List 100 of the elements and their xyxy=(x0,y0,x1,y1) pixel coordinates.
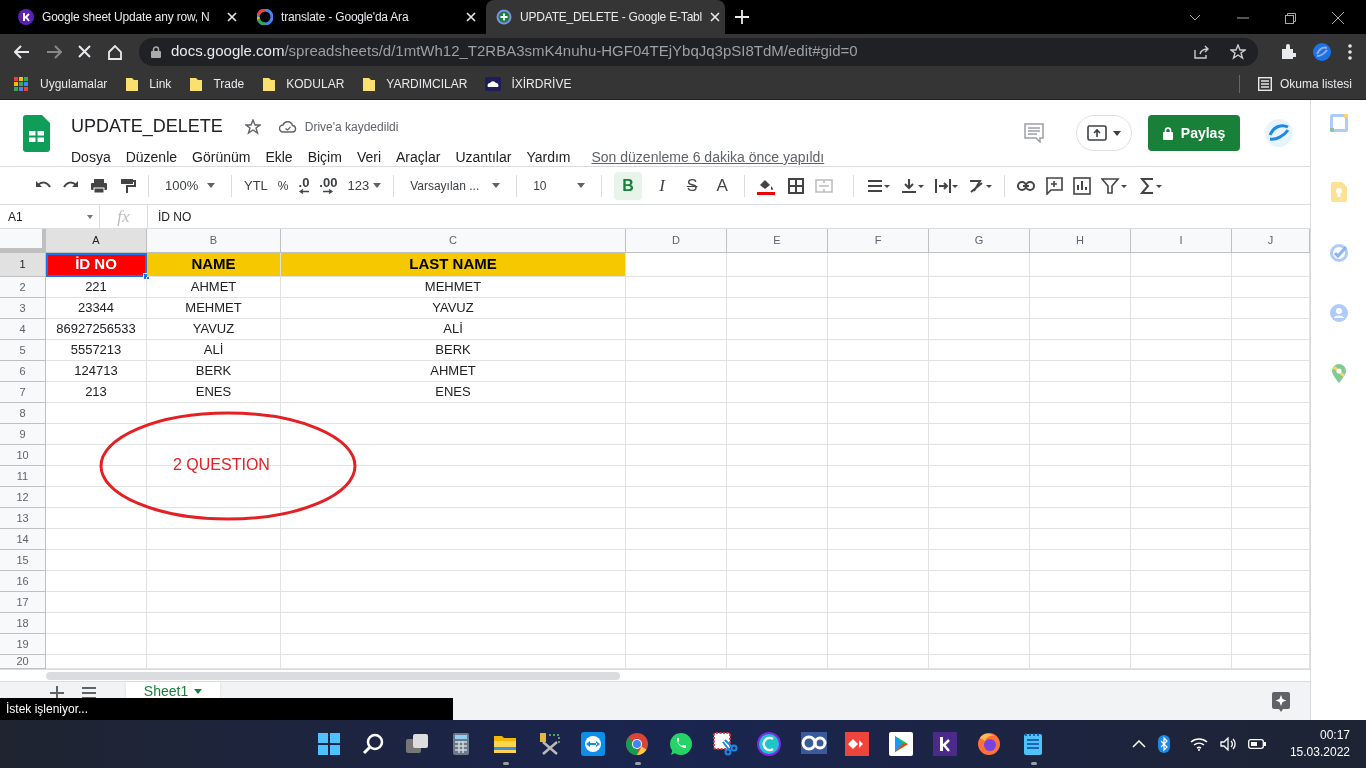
menu-item[interactable]: Veri xyxy=(356,147,381,168)
paint-format-icon[interactable] xyxy=(118,176,136,195)
table-cell[interactable] xyxy=(828,319,929,340)
table-cell[interactable] xyxy=(727,466,828,487)
table-cell[interactable] xyxy=(1030,445,1131,466)
table-cell[interactable] xyxy=(147,550,281,571)
print-icon[interactable] xyxy=(90,176,108,195)
text-color-button[interactable]: A xyxy=(712,172,733,199)
row-header[interactable]: 9 xyxy=(0,424,46,445)
bookmark-item[interactable]: Trade xyxy=(189,75,245,93)
table-cell[interactable] xyxy=(929,340,1030,361)
bookmark-item[interactable]: YARDIMCILAR xyxy=(362,75,468,93)
table-cell[interactable] xyxy=(147,613,281,634)
table-cell[interactable] xyxy=(1030,508,1131,529)
forward-arrow-icon[interactable] xyxy=(46,44,62,59)
column-header[interactable]: G xyxy=(929,229,1030,252)
table-cell[interactable] xyxy=(727,403,828,424)
c-circle-icon[interactable] xyxy=(757,732,783,756)
table-cell[interactable] xyxy=(727,529,828,550)
table-cell[interactable] xyxy=(828,340,929,361)
table-cell[interactable] xyxy=(281,592,626,613)
table-cell[interactable]: YAVUZ xyxy=(281,298,626,319)
row-header[interactable]: 15 xyxy=(0,550,46,571)
table-cell[interactable] xyxy=(828,592,929,613)
name-box[interactable]: A1 xyxy=(0,205,100,228)
row-header[interactable]: 11 xyxy=(0,466,46,487)
table-cell[interactable] xyxy=(46,550,147,571)
k-tile-icon[interactable] xyxy=(933,732,959,756)
fox-globe-icon[interactable] xyxy=(977,732,1003,756)
table-cell[interactable] xyxy=(727,445,828,466)
windows-stack-icon[interactable] xyxy=(405,732,431,756)
table-cell[interactable] xyxy=(626,253,727,277)
hammer-wrench-icon[interactable] xyxy=(537,732,563,756)
table-cell[interactable] xyxy=(1131,403,1232,424)
table-cell[interactable] xyxy=(727,571,828,592)
table-cell[interactable] xyxy=(929,613,1030,634)
table-cell[interactable] xyxy=(1030,529,1131,550)
table-cell[interactable] xyxy=(1030,613,1131,634)
reading-list-button[interactable]: Okuma listesi xyxy=(1257,75,1352,93)
row-header[interactable]: 4 xyxy=(0,319,46,340)
menu-item[interactable]: Düzenle xyxy=(125,147,178,168)
speaker-icon[interactable] xyxy=(1219,737,1236,751)
table-cell[interactable] xyxy=(929,361,1030,382)
column-header[interactable]: I xyxy=(1131,229,1232,252)
table-cell[interactable] xyxy=(1131,466,1232,487)
dropdown-icon[interactable] xyxy=(1189,14,1201,22)
battery-icon[interactable] xyxy=(1247,739,1266,749)
table-cell[interactable] xyxy=(727,340,828,361)
table-cell[interactable] xyxy=(727,550,828,571)
table-cell[interactable] xyxy=(1131,550,1232,571)
insert-comment-icon[interactable] xyxy=(1045,176,1064,195)
table-cell[interactable] xyxy=(46,403,147,424)
document-title[interactable]: UPDATE_DELETE xyxy=(71,113,223,140)
percent-button[interactable]: % xyxy=(277,176,289,195)
table-cell[interactable] xyxy=(626,403,727,424)
table-cell[interactable] xyxy=(727,634,828,655)
table-cell[interactable] xyxy=(1030,277,1131,298)
table-cell[interactable] xyxy=(281,634,626,655)
table-cell[interactable] xyxy=(1131,253,1232,277)
table-cell[interactable] xyxy=(281,487,626,508)
table-cell[interactable] xyxy=(828,487,929,508)
table-cell[interactable] xyxy=(1030,361,1131,382)
table-cell[interactable] xyxy=(1131,634,1232,655)
table-cell[interactable] xyxy=(727,361,828,382)
table-cell[interactable]: NAME xyxy=(147,253,281,277)
table-cell[interactable] xyxy=(1030,466,1131,487)
menu-item[interactable]: Uzantılar xyxy=(455,147,512,168)
table-cell[interactable]: AHMET xyxy=(147,277,281,298)
table-cell[interactable] xyxy=(828,298,929,319)
table-cell[interactable] xyxy=(147,571,281,592)
table-cell[interactable] xyxy=(828,253,929,277)
table-cell[interactable] xyxy=(1030,253,1131,277)
table-cell[interactable] xyxy=(626,424,727,445)
table-cell[interactable] xyxy=(1131,319,1232,340)
strikethrough-button[interactable]: S xyxy=(682,173,703,198)
table-cell[interactable]: 23344 xyxy=(46,298,147,319)
bookmark-item[interactable]: Uygulamalar xyxy=(14,75,108,93)
comment-icon[interactable] xyxy=(1024,123,1044,143)
address-bar[interactable]: docs.google.com/spreadsheets/d/1mtWh12_T2RBA3smK4nuhu-HGF04TEjYbqJq3pSI8TdM/edit#gid=0 xyxy=(139,37,1258,66)
table-cell[interactable] xyxy=(1030,487,1131,508)
table-cell[interactable] xyxy=(1131,571,1232,592)
row-header[interactable]: 17 xyxy=(0,592,46,613)
table-cell[interactable] xyxy=(828,382,929,403)
table-cell[interactable] xyxy=(1030,340,1131,361)
table-cell[interactable] xyxy=(929,571,1030,592)
table-cell[interactable]: BERK xyxy=(281,340,626,361)
table-cell[interactable]: LAST NAME xyxy=(281,253,626,277)
start-icon[interactable] xyxy=(317,732,343,756)
column-header[interactable]: E xyxy=(727,229,828,252)
column-header[interactable]: H xyxy=(1030,229,1131,252)
explore-icon[interactable] xyxy=(1272,692,1290,712)
table-cell[interactable]: BERK xyxy=(147,361,281,382)
table-cell[interactable] xyxy=(147,508,281,529)
table-cell[interactable] xyxy=(929,529,1030,550)
table-cell[interactable] xyxy=(929,487,1030,508)
table-cell[interactable] xyxy=(626,487,727,508)
table-cell[interactable] xyxy=(1131,592,1232,613)
star-icon[interactable] xyxy=(244,118,261,135)
table-cell[interactable]: 124713 xyxy=(46,361,147,382)
table-cell[interactable] xyxy=(626,508,727,529)
